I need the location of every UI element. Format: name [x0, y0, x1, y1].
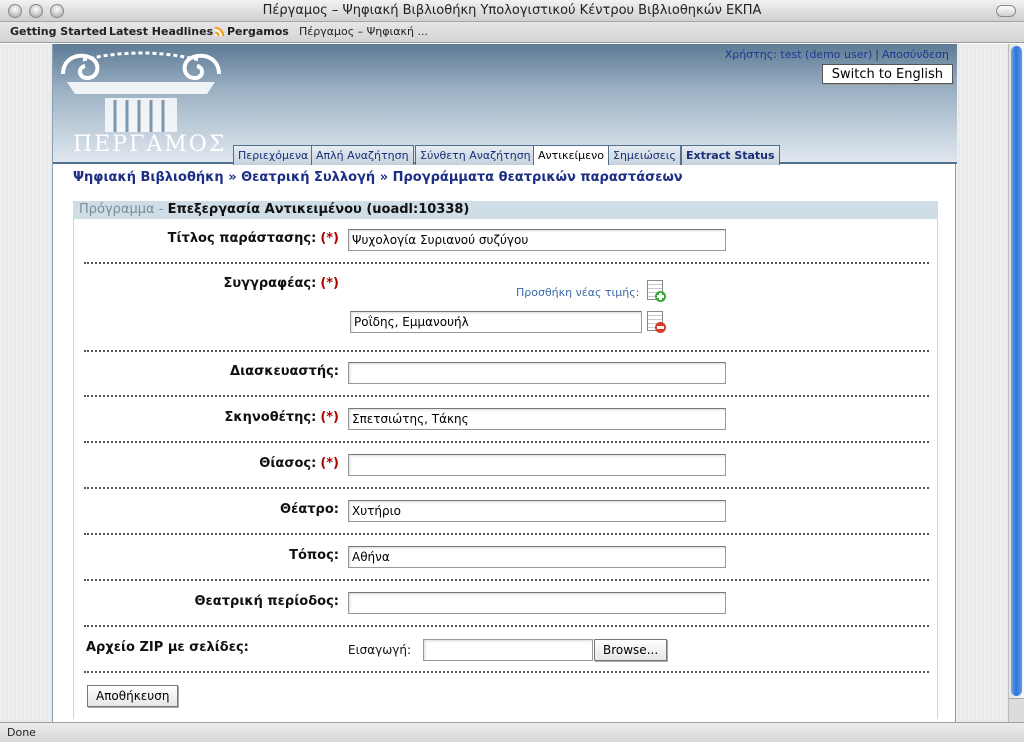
remove-value-icon[interactable]	[647, 311, 666, 333]
current-user: Χρήστης: test (demo user)	[724, 48, 873, 61]
ionic-capital-logo	[61, 51, 221, 132]
delete-icon	[655, 322, 666, 333]
toolbar-toggle-button[interactable]	[996, 5, 1016, 17]
troupe-label: Θίασος: (*)	[259, 456, 339, 471]
divider	[84, 487, 929, 489]
required-mark: (*)	[320, 456, 339, 471]
vertical-scrollbar[interactable]	[1008, 44, 1024, 722]
divider	[84, 350, 929, 352]
browse-button[interactable]: Browse...	[594, 639, 668, 661]
tab-extract-status[interactable]: Extract Status	[681, 145, 780, 165]
edit-object-form: Τίτλος παράστασης:(*) Συγγραφέας:(*) Προ…	[73, 219, 938, 719]
zip-file-input[interactable]	[423, 639, 593, 661]
troupe-label-text: Θίασος:	[259, 456, 317, 471]
title-field[interactable]	[348, 229, 726, 251]
section-prefix: Πρόγραμμα -	[79, 202, 164, 217]
theatre-field[interactable]	[348, 500, 726, 522]
import-label: Εισαγωγή:	[348, 643, 412, 657]
add-value-icon[interactable]	[647, 280, 666, 302]
divider	[84, 579, 929, 581]
user-separator: |	[875, 48, 880, 61]
author-label-text: Συγγραφέας:	[223, 276, 317, 291]
divider	[84, 671, 929, 673]
season-field[interactable]	[348, 592, 726, 614]
tab-contents[interactable]: Περιεχόμενα	[233, 145, 314, 165]
troupe-field[interactable]	[348, 454, 726, 476]
tab-advanced-search[interactable]: Σύνθετη Αναζήτηση	[415, 145, 536, 165]
theatre-label: Θέατρο:	[280, 502, 339, 517]
section-title: Πρόγραμμα - Επεξεργασία Αντικειμένου (uo…	[73, 201, 938, 219]
director-label: Σκηνοθέτης: (*)	[225, 410, 339, 425]
divider	[84, 395, 929, 397]
director-label-text: Σκηνοθέτης:	[224, 410, 317, 425]
required-mark: (*)	[320, 410, 339, 425]
logo-wordmark: ΠΕΡΓΑΜΟΣ	[73, 132, 227, 157]
season-label: Θεατρική περίοδος:	[194, 594, 340, 609]
logout-link[interactable]: Αποσύνδεση	[882, 48, 949, 61]
bookmark-latest-headlines-label: Latest Headlines	[109, 25, 214, 38]
breadcrumb[interactable]: Ψηφιακή Βιβλιοθήκη » Θεατρική Συλλογή » …	[73, 170, 683, 185]
site-header: ΠΕΡΓΑΜΟΣ Χρήστης: test (demo user) | Αποσύ…	[53, 44, 957, 165]
author-field[interactable]	[350, 311, 642, 333]
save-button[interactable]: Αποθήκευση	[87, 685, 179, 707]
user-info: Χρήστης: test (demo user) | Αποσύνδεση	[725, 48, 949, 61]
required-mark: (*)	[320, 231, 339, 246]
plus-icon	[655, 291, 666, 302]
place-label: Τόπος:	[289, 548, 339, 563]
bookmark-getting-started[interactable]: Getting Started	[10, 25, 107, 38]
rss-icon	[215, 27, 225, 36]
window-title: Πέργαμος – Ψηφιακή Βιβλιοθήκη Υπολογιστι…	[262, 3, 762, 18]
tab-simple-search[interactable]: Απλή Αναζήτηση	[311, 145, 414, 165]
bookmark-latest-headlines[interactable]: Latest Headlines	[109, 25, 225, 38]
scrollbar-thumb[interactable]	[1011, 46, 1022, 696]
divider	[84, 262, 929, 264]
zip-label: Αρχείο ZIP με σελίδες:	[86, 640, 249, 655]
tab-notes[interactable]: Σημειώσεις	[608, 145, 681, 165]
bookmark-pergamos[interactable]: Pergamos	[227, 25, 289, 38]
director-field[interactable]	[348, 408, 726, 430]
title-label: Τίτλος παράστασης: (*)	[168, 231, 339, 246]
bookmarks-bar: Getting Started Latest Headlines Pergamo…	[0, 22, 1024, 43]
adapter-field[interactable]	[348, 362, 726, 384]
add-value-label: Προσθήκη νέας τιμής:	[516, 286, 640, 299]
page-container: ΠΕΡΓΑΜΟΣ Χρήστης: test (demo user) | Αποσύ…	[52, 44, 957, 722]
adapter-label: Διασκευαστής:	[230, 364, 339, 379]
tab-object[interactable]: Αντικείμενο	[533, 145, 609, 165]
window-titlebar: Πέργαμος – Ψηφιακή Βιβλιοθήκη Υπολογιστι…	[0, 0, 1024, 22]
divider	[84, 533, 929, 535]
divider	[84, 441, 929, 443]
divider	[84, 625, 929, 627]
author-label: Συγγραφέας: (*)	[223, 276, 339, 291]
bookmark-pergamos-page[interactable]: Πέργαμος – Ψηφιακή ...	[299, 25, 428, 38]
required-mark: (*)	[320, 276, 339, 291]
section-heading: Επεξεργασία Αντικειμένου (uoadl:10338)	[167, 202, 470, 217]
switch-language-button[interactable]: Switch to English	[821, 64, 953, 84]
status-text: Done	[7, 726, 36, 739]
status-bar: Done	[0, 722, 1024, 742]
scrollbar-arrows[interactable]	[1009, 698, 1024, 722]
place-field[interactable]	[348, 546, 726, 568]
title-label-text: Τίτλος παράστασης:	[167, 231, 317, 246]
